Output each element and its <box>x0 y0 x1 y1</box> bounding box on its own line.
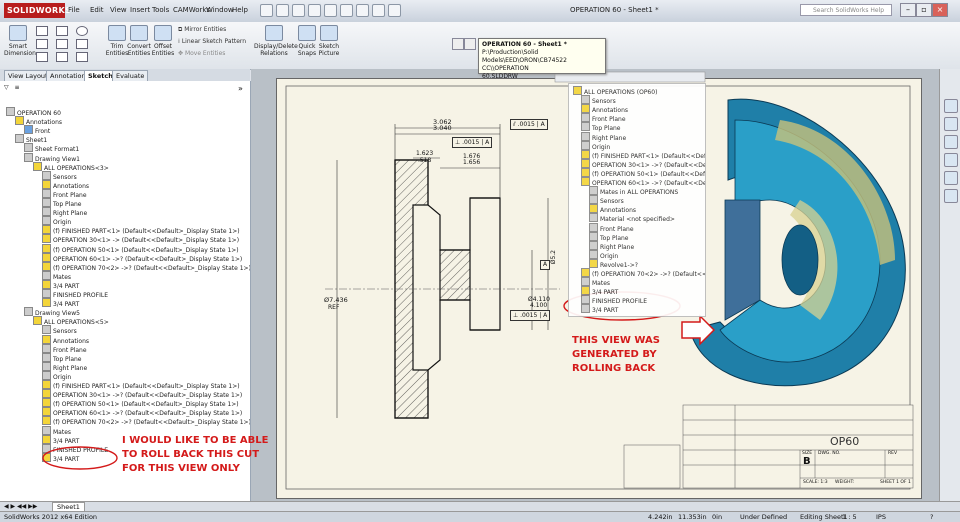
flyout-feature-tree: ALL OPERATIONS (OP60) Sensors Annotations F… <box>568 83 706 317</box>
flyout-tree-item[interactable]: Top Plane <box>581 122 621 132</box>
tree-node-icon <box>573 86 582 95</box>
tree-node-icon <box>589 240 598 250</box>
tree-node-icon <box>581 286 590 296</box>
flyout-tree-item[interactable]: Material <not specified> <box>589 213 675 223</box>
tree-node-icon <box>581 149 590 159</box>
flyout-tree-item[interactable]: Origin <box>589 249 618 260</box>
tolerance-frame-mid[interactable]: ⊥ .0015 | A <box>452 137 493 148</box>
flyout-tree-item[interactable]: 3/4 PART <box>581 304 619 315</box>
flyout-tree-item[interactable]: Annotations <box>581 104 628 114</box>
tree-node-icon <box>589 213 598 223</box>
dimension-diameter-7436[interactable]: Ø7.436 <box>324 296 348 304</box>
flyout-tree-item[interactable]: Front Plane <box>589 222 634 233</box>
tree-node-icon <box>589 231 598 241</box>
tree-node-icon <box>581 131 590 141</box>
view-palette-icon[interactable] <box>944 153 958 167</box>
tree-node-icon <box>589 204 598 214</box>
tree-node-icon <box>581 158 590 168</box>
tree-node-icon <box>589 249 598 259</box>
flyout-tree-item[interactable]: Mates in ALL OPERATIONS <box>589 186 678 196</box>
appearances-icon[interactable] <box>944 171 958 185</box>
flyout-tree-item[interactable]: OPERATION 60<1> ->? (Default<<Default <box>581 177 705 187</box>
tree-node-icon <box>589 186 598 196</box>
title-block-scale: SCALE: 1:3 <box>803 480 828 485</box>
tree-node-icon <box>581 177 590 186</box>
custom-properties-icon[interactable] <box>944 189 958 203</box>
flyout-tree-item[interactable]: FINISHED PROFILE <box>581 295 647 305</box>
tree-node-icon <box>581 268 590 277</box>
annotation-request-note: I WOULD LIKE TO BE ABLE TO ROLL BACK THI… <box>122 435 269 474</box>
tree-node-icon <box>581 295 590 305</box>
tree-node-icon <box>589 222 598 232</box>
flyout-tree-item-label: 3/4 PART <box>592 307 619 315</box>
3d-part-view <box>689 98 906 387</box>
sheet-nav-icon[interactable]: ◀ ▶ ◀◀ ▶▶ <box>4 503 37 510</box>
tree-node-icon <box>581 95 590 105</box>
title-block-size-value: B <box>803 456 811 467</box>
tree-node-icon <box>581 113 590 123</box>
tree-node-icon <box>581 304 590 314</box>
flyout-tree-item[interactable]: Front Plane <box>581 113 626 123</box>
title-block-sheet: SHEET 1 OF 1 <box>880 480 911 485</box>
flyout-tree-item[interactable]: 3/4 PART <box>581 286 618 296</box>
resources-icon[interactable] <box>944 99 958 113</box>
tree-node-icon <box>581 104 590 114</box>
flyout-tree-item[interactable]: (f) FINISHED PART<1> (Default<<Default <box>581 149 705 160</box>
tree-node-icon <box>581 140 590 150</box>
dimension-3040[interactable]: 3.040 <box>433 124 452 132</box>
title-block-title: OP60 <box>830 435 860 448</box>
dimension-1656[interactable]: 1.656 <box>463 159 480 166</box>
dimension-ref: REF <box>328 304 340 311</box>
datum-a[interactable]: A <box>540 260 550 270</box>
dimension-1623[interactable]: 1.623 <box>416 150 433 157</box>
flyout-tree-item[interactable]: Right Plane <box>589 240 634 251</box>
flyout-tree-item[interactable]: Origin <box>581 140 610 151</box>
flyout-tree-item[interactable]: Mates <box>581 277 610 287</box>
title-block-dwg-no: DWG. NO. <box>818 451 841 456</box>
task-pane-strip <box>939 69 960 501</box>
tolerance-frame-bottom[interactable]: ⊥ .0015 | A <box>510 310 551 321</box>
dimension-518[interactable]: .518 <box>418 157 431 164</box>
status-bar: SolidWorks 2012 x64 Edition 4.242in 11.3… <box>0 511 960 522</box>
flyout-tree-item[interactable]: (f) OPERATION 50<1> (Default<<Default <box>581 167 705 178</box>
title-block-rev: REV <box>888 451 898 456</box>
tree-node-icon <box>581 167 590 177</box>
tree-node-icon <box>589 195 598 205</box>
design-library-icon[interactable] <box>944 117 958 131</box>
tolerance-frame-top[interactable]: ⫽ .0015 | A <box>510 119 548 130</box>
flyout-tree-item[interactable]: Sensors <box>589 195 624 205</box>
tree-node-icon <box>589 258 598 268</box>
dimension-4100[interactable]: 4.100 <box>530 302 547 309</box>
flyout-tree-item[interactable]: Annotations <box>589 204 636 214</box>
dimension-diameter-5[interactable]: Ø5.2 <box>550 250 557 264</box>
tree-node-icon <box>581 122 590 132</box>
highlight-ellipse-cut <box>42 446 118 470</box>
flyout-tree-item[interactable]: (f) OPERATION 70<2> ->? (Default<<Defaul… <box>581 268 705 278</box>
title-block-lines <box>623 404 914 489</box>
flyout-tree-item[interactable]: Sensors <box>581 95 616 105</box>
file-path-tooltip: OPERATION 60 - Sheet1 * P:\Production\So… <box>478 38 606 80</box>
annotation-rollback-note: THIS VIEW WAS GENERATED BY ROLLING BACK <box>572 335 660 374</box>
file-explorer-icon[interactable] <box>944 135 958 149</box>
flyout-tree-item[interactable]: Revolve1->? <box>589 258 638 269</box>
flyout-tree-item[interactable]: Right Plane <box>581 131 626 142</box>
tree-node-icon <box>581 277 590 287</box>
flyout-tree-item[interactable]: ALL OPERATIONS (OP60) <box>573 86 657 96</box>
flyout-tree-item[interactable]: OPERATION 30<1> ->? (Default<<Default <box>581 158 705 169</box>
title-block-weight: WEIGHT: <box>835 480 855 485</box>
flyout-tree-item[interactable]: Top Plane <box>589 231 629 242</box>
